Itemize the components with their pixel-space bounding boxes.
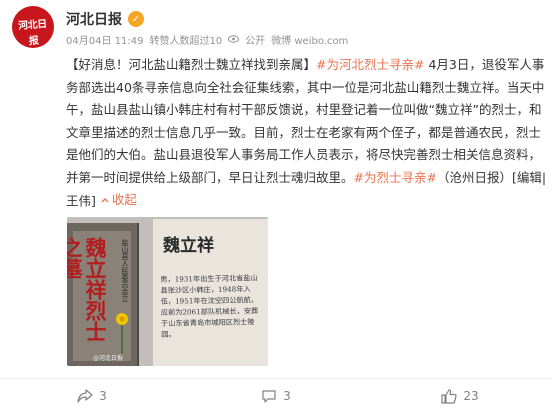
avatar-logo-text: 河北日报 (17, 19, 48, 48)
post-source: 微博 weibo.com (271, 35, 349, 47)
collapse-arrow-icon (101, 198, 109, 203)
vip-badge-icon: ✓ (128, 11, 144, 27)
visibility-label: 公开 (245, 35, 266, 47)
memorial-stele: 魏立祥烈士之墓 盐山县人民委员会立 (67, 223, 139, 366)
like-count: 23 (463, 389, 479, 403)
image-watermark: @河北日报 (93, 355, 124, 362)
stele-inscription: 魏立祥烈士之墓 (67, 237, 108, 342)
collapse-button[interactable]: 收起 (100, 189, 137, 212)
plaque-title: 魏立祥 (163, 236, 214, 256)
info-plaque: 魏立祥 男，1931年出生于河北省盐山县张沙区小韩庄，1948年入伍，1951年… (153, 219, 268, 366)
post-body: 4月3日，退役军人事务部选出40条寻亲信息向全社会征集线索，其中一位是河北盐山籍… (66, 57, 545, 185)
post-meta: 04月04日 11:49 转赞人数超过10 公开 微博 weibo.com (66, 32, 354, 47)
like-button[interactable]: 23 (368, 380, 552, 412)
flower-icon (116, 313, 128, 355)
collapse-label: 收起 (111, 192, 137, 207)
name-row: 河北日报 ✓ (66, 9, 144, 29)
account-name[interactable]: 河北日报 (66, 9, 122, 29)
post-headline: 【好消息！河北盐山籍烈士魏立祥找到亲属】 (66, 57, 317, 72)
toolbar-divider (0, 378, 552, 379)
post-text: 【好消息！河北盐山籍烈士魏立祥找到亲属】#为河北烈士寻亲# 4月3日，退役军人事… (66, 54, 550, 213)
post-header: 河北日报 河北日报 ✓ 04月04日 11:49 转赞人数超过10 公开 微博 … (12, 6, 542, 50)
avatar[interactable]: 河北日报 (12, 6, 54, 48)
comment-count: 3 (283, 389, 291, 403)
share-button[interactable]: 3 (0, 380, 184, 412)
plaque-text: 男，1931年出生于河北省盐山县张沙区小韩庄，1948年入伍，1951年在沈空四… (160, 273, 259, 339)
stele-face: 魏立祥烈士之墓 盐山县人民委员会立 (67, 231, 131, 361)
post-date[interactable]: 04月04日 11:49 (66, 32, 143, 47)
share-icon (77, 389, 93, 403)
comment-button[interactable]: 3 (184, 380, 368, 412)
comment-icon (262, 389, 276, 403)
share-count: 3 (99, 389, 107, 403)
action-toolbar: 3 3 23 (0, 380, 552, 412)
topic-link-1[interactable]: #为河北烈士寻亲# (316, 57, 424, 72)
thumbs-up-icon (441, 388, 457, 404)
reposts-viewed: 转赞人数超过10 (149, 35, 223, 47)
post-image[interactable]: 魏立祥烈士之墓 盐山县人民委员会立 魏立祥 男，1931年出生于河北省盐山县张沙… (67, 217, 268, 366)
stele-side-inscription: 盐山县人民委员会立 (121, 239, 129, 302)
visibility-eye-icon (228, 35, 240, 43)
topic-link-2[interactable]: #为烈士寻亲# (354, 170, 437, 185)
